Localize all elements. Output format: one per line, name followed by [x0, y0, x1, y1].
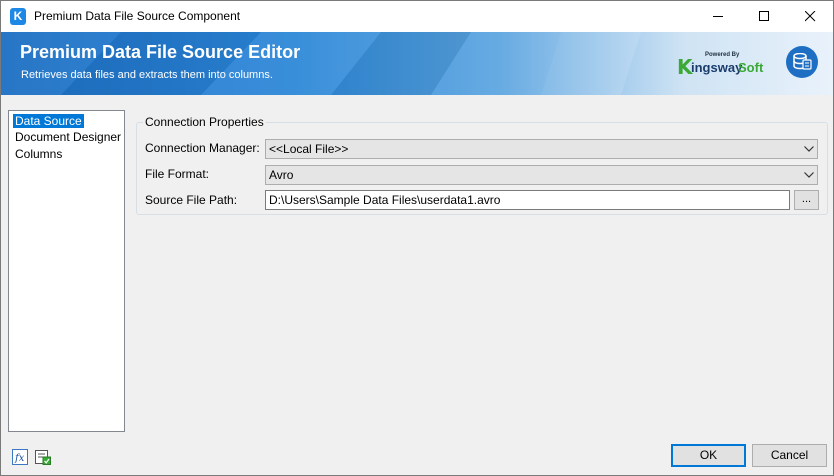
expression-icon[interactable]: fx [12, 449, 28, 465]
banner-subtitle: Retrieves data files and extracts them i… [21, 69, 273, 81]
source-file-path-input[interactable]: D:\Users\Sample Data Files\userdata1.avr… [265, 190, 790, 210]
chevron-down-icon [804, 172, 814, 178]
file-format-select[interactable]: Avro [265, 165, 818, 185]
svg-text:fx: fx [14, 453, 25, 464]
maximize-icon [759, 11, 769, 21]
file-format-value: Avro [269, 168, 294, 182]
logo-ingsway: ingsway [691, 60, 743, 75]
variables-icon[interactable] [35, 449, 51, 465]
connection-properties-legend: Connection Properties [143, 115, 266, 129]
connection-manager-value: <<Local File>> [269, 142, 349, 156]
connection-manager-label: Connection Manager: [145, 141, 260, 155]
close-icon [805, 11, 816, 22]
window-title: Premium Data File Source Component [34, 9, 241, 23]
nav-item-data-source[interactable]: Data Source [13, 114, 84, 128]
chevron-down-icon [804, 146, 814, 152]
minimize-icon [713, 16, 723, 17]
header-banner: Premium Data File Source Editor Retrieve… [1, 32, 833, 95]
powered-by-text: Powered By [705, 52, 740, 58]
kingswaysoft-app-icon: K [10, 8, 26, 25]
logo-soft: Soft [738, 60, 764, 75]
ok-button[interactable]: OK [671, 444, 746, 467]
browse-file-button[interactable]: ... [794, 190, 819, 210]
connection-manager-select[interactable]: <<Local File>> [265, 139, 818, 159]
page-navigation-list: Data Source Document Designer Columns [8, 110, 125, 432]
source-file-path-value: D:\Users\Sample Data Files\userdata1.avr… [269, 193, 501, 207]
nav-item-document-designer[interactable]: Document Designer [13, 130, 123, 144]
source-file-path-label: Source File Path: [145, 193, 238, 207]
file-format-label: File Format: [145, 167, 210, 181]
nav-item-columns[interactable]: Columns [13, 147, 64, 161]
cancel-button[interactable]: Cancel [752, 444, 827, 467]
database-icon [786, 46, 818, 78]
minimize-button[interactable] [695, 1, 741, 32]
maximize-button[interactable] [741, 1, 787, 32]
banner-title: Premium Data File Source Editor [20, 42, 301, 62]
editor-window: K Premium Data File Source Component Pre… [0, 0, 834, 476]
kingswaysoft-logo: Powered By K ingsway Soft [677, 52, 767, 79]
close-button[interactable] [787, 1, 833, 32]
title-bar: K Premium Data File Source Component [1, 1, 833, 32]
